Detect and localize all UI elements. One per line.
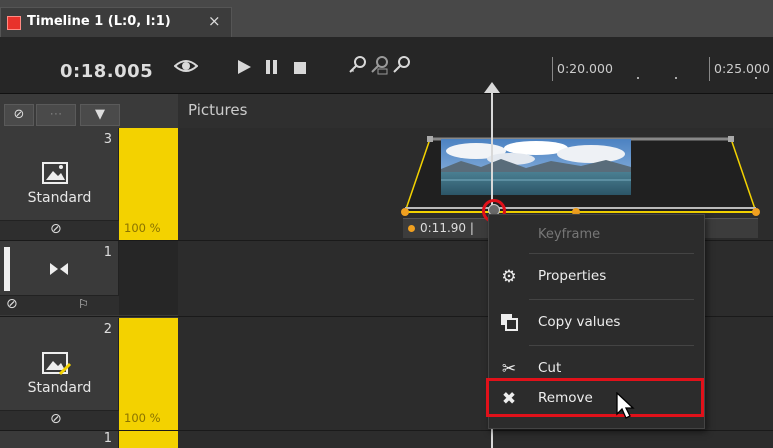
playhead-handle[interactable] (484, 82, 500, 93)
menu-item-copy-values[interactable]: Copy values (489, 307, 704, 339)
disable-track-icon[interactable]: ⊘ (50, 221, 62, 237)
ruler-label: 0:20.000 (557, 61, 613, 76)
copy-icon (499, 313, 519, 333)
track-bottom-bar: ⊘ (0, 410, 119, 430)
track-header[interactable]: 1 ⊘ ⚐ (0, 241, 178, 315)
header-controls: ⊘ ⋯ ▼ (0, 100, 178, 128)
track-number: 2 (103, 322, 112, 337)
pause-icon[interactable] (265, 59, 279, 79)
track-bottom-bar: ⊘ (0, 220, 119, 240)
timeline-color-icon (7, 16, 21, 30)
opacity-value: 100 % (124, 411, 161, 425)
track-header[interactable]: 1 (0, 431, 178, 448)
timeline-toolbar: 0:18.005 0:20.000 0:25.000 (0, 37, 773, 94)
track-number: 1 (103, 245, 112, 260)
close-tab-icon[interactable]: × (208, 12, 221, 30)
mouse-cursor-icon (616, 392, 635, 419)
zoom-fit-icon[interactable] (370, 55, 390, 79)
tab-strip: Timeline 1 (L:0, I:1) × (0, 0, 773, 37)
disable-track-icon[interactable]: ⊘ (6, 296, 18, 312)
track-icon-box: 1 (0, 241, 119, 295)
zoom-in-icon[interactable] (348, 55, 368, 79)
track-icon-box: 3 Standard (0, 128, 119, 220)
track-label: Standard (27, 380, 92, 396)
ruler-tick (552, 57, 553, 81)
disable-all-icon[interactable]: ⊘ (4, 104, 34, 126)
image-icon (42, 160, 70, 190)
ruler-minor-tick (675, 77, 677, 79)
ruler-minor-tick (637, 77, 639, 79)
opacity-bar[interactable]: 100 % (119, 318, 178, 430)
play-icon[interactable] (236, 59, 252, 79)
track-icon-box: 2 Standard (0, 318, 119, 410)
stop-icon[interactable] (293, 60, 307, 79)
menu-item-label: Copy values (538, 314, 621, 330)
scissors-icon: ✂ (501, 359, 517, 379)
ruler-label: 0:25.000 (714, 61, 770, 76)
dropdown-arrow-icon[interactable]: ▼ (80, 104, 120, 126)
track-number: 3 (103, 132, 112, 147)
track-header[interactable]: 2 Standard ⊘ 100 % (0, 318, 178, 430)
menu-item-label: Cut (538, 360, 562, 376)
opacity-value: 100 % (124, 221, 161, 235)
image-edit-icon (42, 350, 72, 380)
clip-thumbnail[interactable] (441, 139, 631, 195)
remove-highlight-box (486, 378, 704, 417)
opacity-bar[interactable]: 100 % (119, 128, 178, 240)
section-title: Pictures (188, 101, 248, 119)
track-bottom-bar: ⊘ ⚐ (0, 295, 119, 315)
opacity-bar[interactable] (119, 431, 178, 448)
empty-opacity-column (119, 241, 178, 315)
gear-icon: ⚙ (501, 267, 517, 287)
menu-separator (529, 345, 694, 346)
time-ruler[interactable]: 0:20.000 0:25.000 (545, 55, 773, 87)
zoom-out-icon[interactable] (392, 55, 412, 79)
eye-icon[interactable] (173, 57, 199, 79)
menu-header: Keyframe (538, 227, 601, 242)
disable-track-icon[interactable]: ⊘ (50, 411, 62, 427)
track-color-strip (4, 247, 10, 291)
tab-title: Timeline 1 (L:0, I:1) (27, 14, 171, 29)
track-header[interactable]: 3 Standard ⊘ 100 % (0, 128, 178, 240)
track-icon-box: 1 (0, 431, 119, 448)
ruler-minor-tick (755, 77, 757, 79)
menu-item-properties[interactable]: ⚙ Properties (489, 261, 704, 293)
track-number: 1 (103, 431, 112, 446)
grid-icon[interactable]: ⋯ (36, 104, 76, 126)
current-time: 0:18.005 (60, 61, 154, 82)
menu-item-label: Properties (538, 268, 607, 284)
ruler-tick (709, 57, 710, 81)
track-label: Standard (27, 190, 92, 206)
menu-separator (529, 253, 694, 254)
timeline-tab[interactable]: Timeline 1 (L:0, I:1) × (0, 7, 232, 37)
menu-separator (529, 299, 694, 300)
flag-icon[interactable]: ⚐ (78, 297, 89, 311)
transition-icon (49, 261, 69, 280)
keyframe-dot (408, 225, 415, 232)
clip-time: 0:11.90 | (420, 221, 474, 235)
